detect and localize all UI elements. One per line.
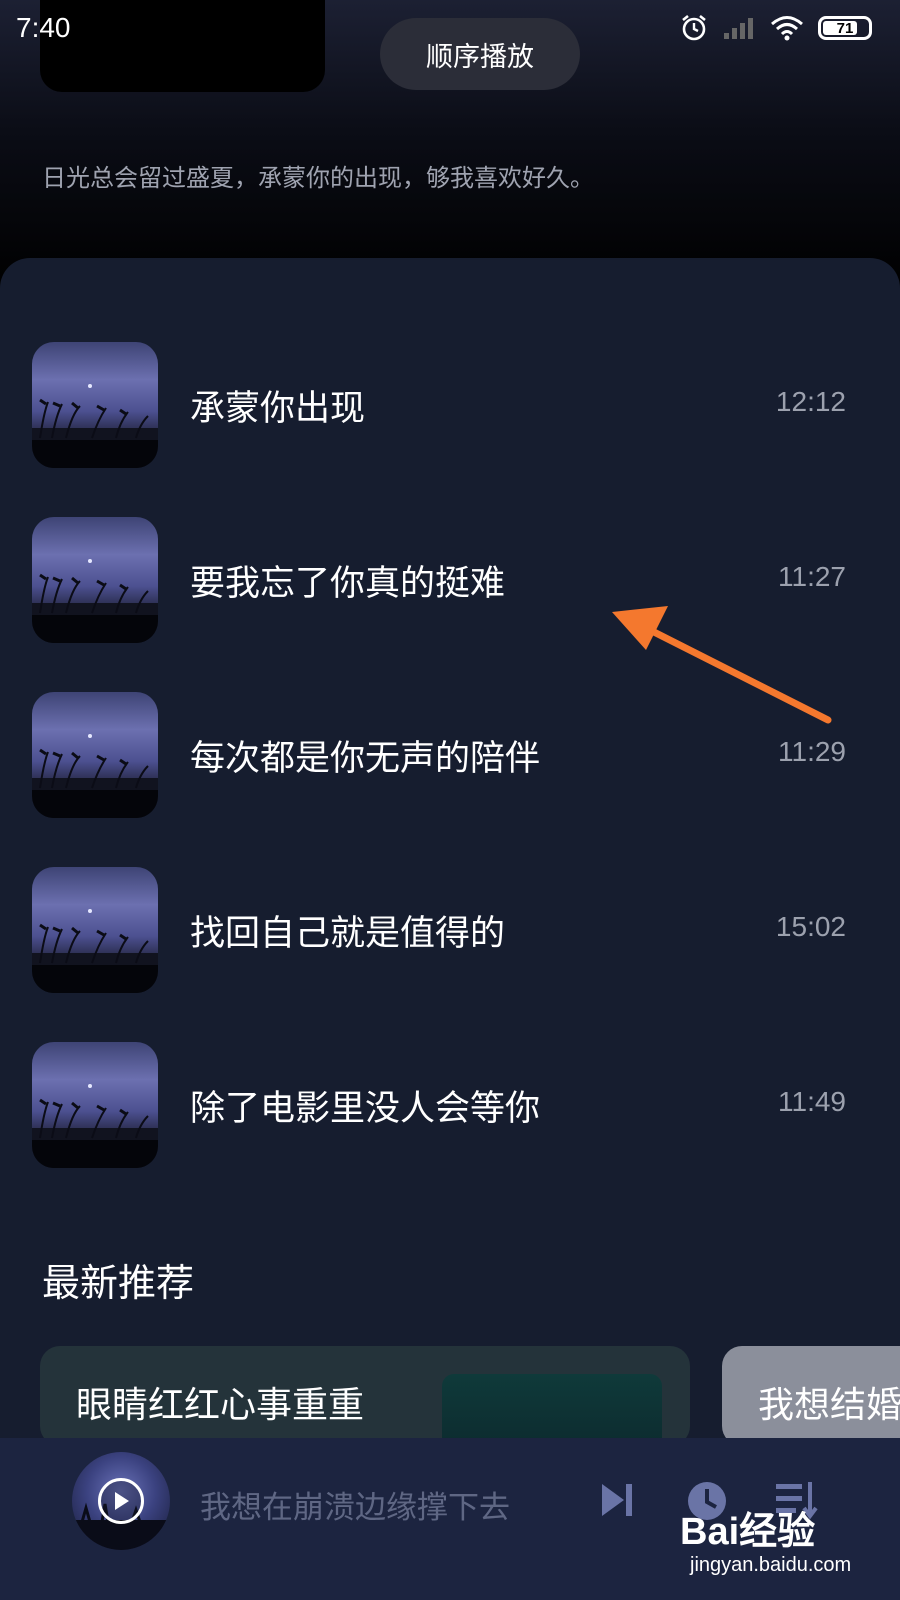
track-thumbnail bbox=[32, 1042, 158, 1168]
track-duration: 11:27 bbox=[778, 561, 846, 592]
battery-level: 71 bbox=[836, 19, 854, 37]
track-title: 除了电影里没人会等你 bbox=[190, 1089, 541, 1129]
battery-icon: 71 bbox=[818, 16, 872, 40]
track-thumbnail bbox=[32, 517, 158, 643]
watermark-logo: Bai经验 bbox=[680, 1511, 816, 1553]
track-duration: 12:12 bbox=[775, 386, 846, 417]
track-thumbnail bbox=[32, 342, 158, 468]
recommend-card-image bbox=[442, 1374, 662, 1446]
next-track-icon bbox=[602, 1484, 632, 1516]
track-duration: 15:02 bbox=[775, 911, 846, 942]
album-description: 日光总会留过盛夏，承蒙你的出现，够我喜欢好久。 bbox=[42, 164, 594, 192]
status-icons: 71 bbox=[680, 14, 872, 42]
recommend-card[interactable]: 我想结婚 bbox=[722, 1346, 900, 1446]
track-item[interactable]: 每次都是你无声的陪伴 11:29 bbox=[0, 692, 900, 822]
track-item[interactable]: 除了电影里没人会等你 11:49 bbox=[0, 1042, 900, 1172]
play-button[interactable] bbox=[98, 1478, 144, 1524]
next-track-button[interactable] bbox=[596, 1480, 636, 1524]
recommend-card-title: 眼睛红红心事重重 bbox=[76, 1385, 365, 1426]
track-duration: 11:49 bbox=[778, 1086, 846, 1117]
play-mode-button[interactable]: 顺序播放 bbox=[380, 18, 580, 90]
track-item[interactable]: 承蒙你出现 12:12 bbox=[0, 342, 900, 472]
now-playing-title: 我想在崩溃边缘撑下去 bbox=[200, 1490, 510, 1526]
album-cover bbox=[40, 0, 325, 92]
status-time: 7:40 bbox=[16, 12, 71, 43]
track-item[interactable]: 要我忘了你真的挺难 11:27 bbox=[0, 517, 900, 647]
wifi-icon bbox=[770, 15, 804, 41]
watermark-url: jingyan.baidu.com bbox=[690, 1554, 852, 1576]
track-title: 每次都是你无声的陪伴 bbox=[190, 739, 541, 779]
track-item[interactable]: 找回自己就是值得的 15:02 bbox=[0, 867, 900, 997]
recommend-card-title: 我想结婚 bbox=[758, 1385, 900, 1426]
signal-icon bbox=[722, 15, 756, 41]
section-title-recommend: 最新推荐 bbox=[42, 1261, 195, 1305]
track-thumbnail bbox=[32, 692, 158, 818]
recommend-card[interactable]: 眼睛红红心事重重 bbox=[40, 1346, 690, 1446]
track-thumbnail bbox=[32, 867, 158, 993]
track-title: 找回自己就是值得的 bbox=[190, 914, 506, 954]
track-title: 要我忘了你真的挺难 bbox=[190, 564, 506, 604]
track-duration: 11:29 bbox=[778, 736, 846, 767]
alarm-icon bbox=[680, 14, 708, 42]
play-icon bbox=[115, 1492, 129, 1510]
track-title: 承蒙你出现 bbox=[190, 389, 366, 429]
watermark: Bai经验 jingyan.baidu.com bbox=[680, 1500, 880, 1590]
